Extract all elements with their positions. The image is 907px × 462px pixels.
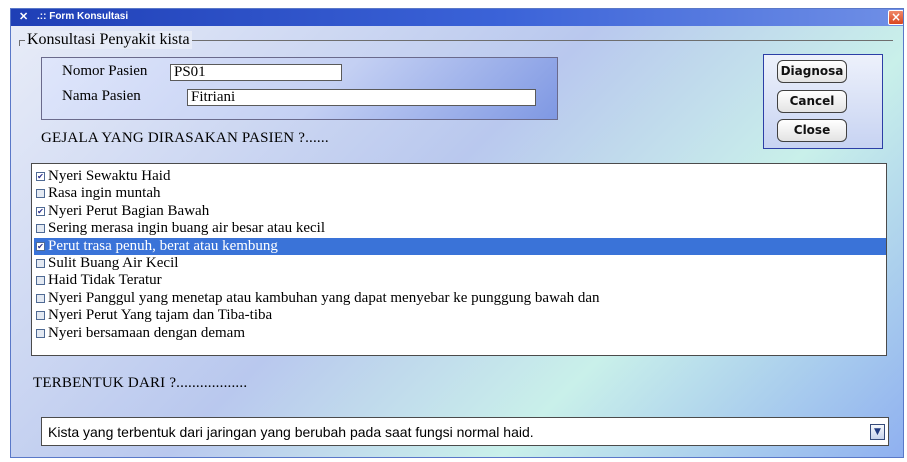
formation-heading: TERBENTUK DARI ?.................. — [33, 375, 248, 391]
symptom-label: Haid Tidak Teratur — [48, 272, 162, 289]
symptom-list-item[interactable]: ✔ Perut trasa penuh, berat atau kembung — [34, 237, 886, 255]
symptom-list-item[interactable]: ✔ Nyeri Sewaktu Haid — [34, 168, 886, 185]
action-button-panel: Diagnosa Cancel Close — [763, 54, 883, 149]
symptoms-heading: GEJALA YANG DIRASAKAN PASIEN ?...... — [41, 130, 329, 146]
symptom-checklist[interactable]: ✔ Nyeri Sewaktu Haid Rasa ingin muntah ✔ Nye… — [31, 163, 887, 356]
diagnosa-button[interactable]: Diagnosa — [777, 60, 847, 83]
formation-dropdown[interactable]: Kista yang terbentuk dari jaringan yang … — [41, 417, 889, 446]
checkbox-unchecked-icon[interactable] — [36, 224, 45, 234]
checkbox-unchecked-icon[interactable] — [36, 259, 45, 268]
nomor-pasien-field[interactable]: PS01 — [170, 64, 342, 81]
symptom-label: Nyeri Perut Bagian Bawah — [48, 202, 210, 219]
app-icon: ✕ — [19, 11, 29, 23]
checkbox-unchecked-icon[interactable] — [36, 276, 45, 286]
cancel-button[interactable]: Cancel — [777, 90, 847, 113]
group-border-corner — [19, 40, 20, 46]
form-konsultasi-window: ✕ .:: Form Konsultasi × Konsultasi Penya… — [10, 8, 904, 458]
checkbox-unchecked-icon[interactable] — [36, 189, 45, 199]
window-title: .:: Form Konsultasi — [37, 11, 129, 22]
symptom-list-item[interactable]: Nyeri Perut Yang tajam dan Tiba-tiba — [34, 307, 886, 324]
checkbox-unchecked-icon[interactable] — [36, 293, 45, 303]
nomor-pasien-label: Nomor Pasien — [62, 63, 148, 79]
checkbox-unchecked-icon[interactable] — [36, 328, 45, 338]
symptom-list-item[interactable]: Rasa ingin muntah — [34, 185, 886, 202]
checkbox-unchecked-icon[interactable] — [36, 311, 45, 321]
checkbox-checked-icon[interactable]: ✔ — [36, 172, 45, 181]
symptom-label: Perut trasa penuh, berat atau kembung — [48, 237, 278, 254]
symptom-list-item[interactable]: Nyeri Panggul yang menetap atau kambuhan… — [34, 290, 886, 307]
nama-pasien-field[interactable]: Fitriani — [187, 89, 536, 106]
symptom-list-item[interactable]: Sulit Buang Air Kecil — [34, 255, 886, 272]
symptom-label: Nyeri Sewaktu Haid — [48, 168, 171, 184]
symptom-list-item[interactable]: Sering merasa ingin buang air besar atau… — [34, 220, 886, 237]
symptom-list-item[interactable]: Haid Tidak Teratur — [34, 272, 886, 289]
formation-dropdown-value: Kista yang terbentuk dari jaringan yang … — [48, 424, 534, 440]
nama-pasien-label: Nama Pasien — [62, 88, 141, 104]
symptom-list-item[interactable]: ✔ Nyeri Perut Bagian Bawah — [34, 203, 886, 220]
patient-info-panel: Nomor Pasien PS01 Nama Pasien Fitriani — [41, 57, 558, 120]
title-bar[interactable]: ✕ .:: Form Konsultasi × — [11, 9, 903, 26]
symptom-label: Rasa ingin muntah — [48, 185, 161, 202]
checkbox-checked-icon[interactable]: ✔ — [36, 206, 45, 216]
symptom-list-item[interactable]: Nyeri bersamaan dengan demam — [34, 325, 886, 342]
symptom-label: Nyeri bersamaan dengan demam — [48, 324, 245, 341]
checkbox-checked-icon[interactable]: ✔ — [36, 241, 45, 251]
symptom-label: Nyeri Panggul yang menetap atau kambuhan… — [48, 289, 600, 306]
close-window-button[interactable]: × — [888, 10, 903, 25]
symptom-label: Nyeri Perut Yang tajam dan Tiba-tiba — [48, 307, 273, 324]
group-title: Konsultasi Penyakit kista — [25, 31, 192, 49]
close-button[interactable]: Close — [777, 119, 847, 142]
symptom-label: Sering merasa ingin buang air besar atau… — [48, 220, 325, 237]
symptom-label: Sulit Buang Air Kecil — [48, 255, 179, 271]
dropdown-arrow-icon[interactable]: ▼ — [870, 424, 885, 440]
